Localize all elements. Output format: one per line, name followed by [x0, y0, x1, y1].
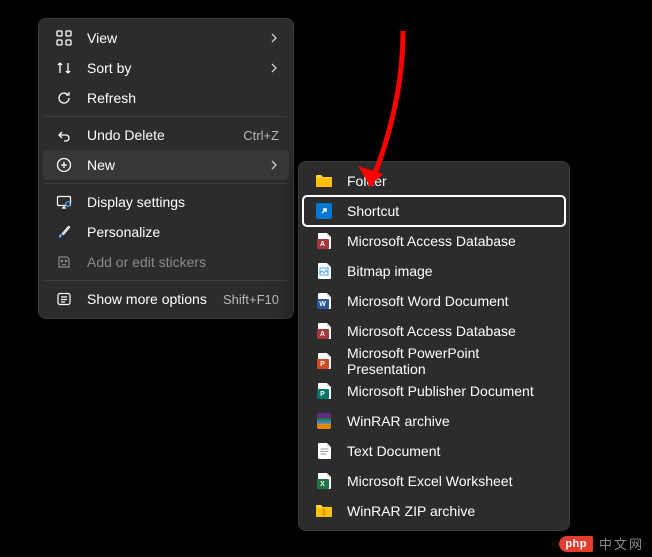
submenu-label: WinRAR archive	[347, 413, 555, 429]
submenu-item-zip[interactable]: WinRAR ZIP archive	[303, 496, 565, 526]
submenu-item-powerpoint[interactable]: P Microsoft PowerPoint Presentation	[303, 346, 565, 376]
watermark: php 中文网	[547, 530, 652, 557]
rar-icon	[315, 412, 333, 430]
zip-icon	[315, 502, 333, 520]
text-icon	[315, 442, 333, 460]
menu-label: Personalize	[87, 224, 279, 240]
menu-label: Refresh	[87, 90, 279, 106]
submenu-item-publisher[interactable]: P Microsoft Publisher Document	[303, 376, 565, 406]
menu-item-undo-delete[interactable]: Undo Delete Ctrl+Z	[43, 120, 289, 150]
submenu-label: Microsoft PowerPoint Presentation	[347, 345, 555, 377]
publisher-icon: P	[315, 382, 333, 400]
menu-item-personalize[interactable]: Personalize	[43, 217, 289, 247]
menu-label: New	[87, 157, 265, 173]
sort-icon	[55, 59, 73, 77]
submenu-label: Microsoft Access Database	[347, 233, 555, 249]
bitmap-icon	[315, 262, 333, 280]
shortcut-icon	[315, 202, 333, 220]
submenu-label: Microsoft Word Document	[347, 293, 555, 309]
new-icon	[55, 156, 73, 174]
menu-item-display-settings[interactable]: Display settings	[43, 187, 289, 217]
folder-icon	[315, 172, 333, 190]
submenu-item-rar[interactable]: WinRAR archive	[303, 406, 565, 436]
submenu-item-shortcut[interactable]: Shortcut	[303, 196, 565, 226]
personalize-icon	[55, 223, 73, 241]
watermark-badge: php	[559, 536, 593, 552]
menu-item-new[interactable]: New	[43, 150, 289, 180]
access-icon: A	[315, 322, 333, 340]
excel-icon: X	[315, 472, 333, 490]
view-icon	[55, 29, 73, 47]
submenu-label: Microsoft Access Database	[347, 323, 555, 339]
watermark-text: 中文网	[599, 534, 644, 553]
submenu-label: Bitmap image	[347, 263, 555, 279]
menu-label: Add or edit stickers	[87, 254, 279, 270]
more-options-icon	[55, 290, 73, 308]
chevron-right-icon	[265, 157, 279, 173]
undo-icon	[55, 126, 73, 144]
menu-label: Undo Delete	[87, 127, 243, 143]
submenu-label: Folder	[347, 173, 555, 189]
submenu-item-bitmap[interactable]: Bitmap image	[303, 256, 565, 286]
menu-item-sort-by[interactable]: Sort by	[43, 53, 289, 83]
submenu-label: Text Document	[347, 443, 555, 459]
submenu-label: Microsoft Excel Worksheet	[347, 473, 555, 489]
menu-item-show-more[interactable]: Show more options Shift+F10	[43, 284, 289, 314]
menu-separator	[45, 116, 287, 117]
submenu-label: WinRAR ZIP archive	[347, 503, 555, 519]
menu-item-stickers: Add or edit stickers	[43, 247, 289, 277]
menu-label: Sort by	[87, 60, 265, 76]
submenu-item-folder[interactable]: Folder	[303, 166, 565, 196]
menu-label: View	[87, 30, 265, 46]
refresh-icon	[55, 89, 73, 107]
powerpoint-icon: P	[315, 352, 333, 370]
submenu-item-excel[interactable]: X Microsoft Excel Worksheet	[303, 466, 565, 496]
menu-separator	[45, 183, 287, 184]
display-icon	[55, 193, 73, 211]
submenu-item-word[interactable]: W Microsoft Word Document	[303, 286, 565, 316]
submenu-item-text[interactable]: Text Document	[303, 436, 565, 466]
menu-label: Display settings	[87, 194, 279, 210]
stickers-icon	[55, 253, 73, 271]
menu-label: Show more options	[87, 291, 223, 307]
menu-item-view[interactable]: View	[43, 23, 289, 53]
submenu-label: Shortcut	[347, 203, 555, 219]
submenu-item-access-2[interactable]: A Microsoft Access Database	[303, 316, 565, 346]
desktop-context-menu: View Sort by Refresh Undo Dele	[38, 18, 294, 319]
submenu-item-access[interactable]: A Microsoft Access Database	[303, 226, 565, 256]
menu-shortcut: Shift+F10	[223, 292, 279, 307]
menu-shortcut: Ctrl+Z	[243, 128, 279, 143]
new-submenu: Folder Shortcut A Microsoft Access Datab…	[298, 161, 570, 531]
chevron-right-icon	[265, 60, 279, 76]
word-icon: W	[315, 292, 333, 310]
access-icon: A	[315, 232, 333, 250]
chevron-right-icon	[265, 30, 279, 46]
menu-item-refresh[interactable]: Refresh	[43, 83, 289, 113]
submenu-label: Microsoft Publisher Document	[347, 383, 555, 399]
menu-separator	[45, 280, 287, 281]
